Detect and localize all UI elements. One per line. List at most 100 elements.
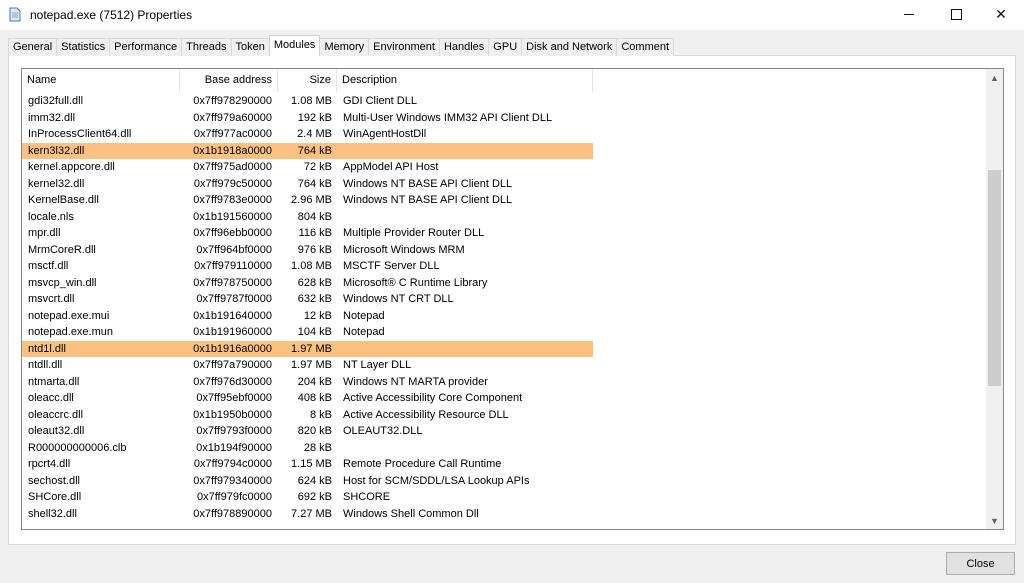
module-size: 8 kB bbox=[309, 408, 332, 421]
tab-gpu[interactable]: GPU bbox=[488, 38, 523, 56]
module-size: 204 kB bbox=[297, 375, 332, 388]
table-row[interactable]: locale.nls 0x1b191560000 804 kB bbox=[22, 209, 593, 226]
column-header-name[interactable]: Name bbox=[22, 69, 180, 92]
table-row[interactable]: kern3l32.dll 0x1b1918a0000 764 kB bbox=[22, 142, 593, 159]
module-description: Windows NT BASE API Client DLL bbox=[343, 194, 513, 206]
module-size: 1.97 MB bbox=[291, 359, 332, 371]
module-name: R000000000006.clb bbox=[28, 441, 127, 454]
module-size: 820 kB bbox=[297, 425, 332, 437]
table-row[interactable]: SHCore.dll 0x7ff979fc0000 692 kB SHCORE bbox=[22, 489, 593, 506]
tab-environment[interactable]: Environment bbox=[368, 38, 440, 56]
table-row[interactable]: msctf.dll 0x7ff979110000 1.08 MB MSCTF Serv… bbox=[22, 258, 593, 275]
scroll-up-button[interactable]: ▲ bbox=[986, 69, 1003, 86]
module-size: 1.08 MB bbox=[291, 260, 332, 272]
module-description: SHCORE bbox=[343, 491, 391, 503]
tab-token[interactable]: Token bbox=[230, 38, 270, 56]
module-description: Microsoft® C Runtime Library bbox=[343, 276, 488, 289]
table-row[interactable]: oleacc.dll 0x7ff95ebf0000 408 kB Active Acc… bbox=[22, 390, 593, 407]
module-size: 1.97 MB bbox=[291, 342, 332, 355]
close-button[interactable]: Close bbox=[946, 552, 1015, 575]
module-base-address: 0x1b1918a0000 bbox=[193, 144, 272, 157]
module-base-address: 0x7ff979c50000 bbox=[193, 177, 272, 190]
vertical-scrollbar[interactable]: ▲ ▼ bbox=[986, 69, 1003, 529]
title-bar: notepad.exe (7512) Properties ✕ bbox=[0, 0, 1024, 30]
column-header-description[interactable]: Description bbox=[337, 69, 593, 92]
module-description: NT Layer DLL bbox=[343, 359, 412, 371]
module-name: sechost.dll bbox=[28, 474, 80, 487]
module-name: MrmCoreR.dll bbox=[28, 243, 96, 256]
module-name: ntdll.dll bbox=[28, 359, 63, 371]
tab-comment[interactable]: Comment bbox=[616, 38, 675, 56]
maximize-icon bbox=[950, 8, 962, 20]
table-row[interactable]: InProcessClient64.dll 0x7ff977ac0000 2.4 M… bbox=[22, 126, 593, 143]
close-window-button[interactable]: ✕ bbox=[978, 0, 1024, 28]
table-row[interactable]: mpr.dll 0x7ff96ebb0000 116 kB Multiple Prov… bbox=[22, 225, 593, 242]
module-name: locale.nls bbox=[28, 210, 74, 223]
table-row[interactable]: rpcrt4.dll 0x7ff9794c0000 1.15 MB Remote Pr… bbox=[22, 456, 593, 473]
tab-modules[interactable]: Modules bbox=[268, 35, 321, 56]
tab-memory[interactable]: Memory bbox=[319, 38, 370, 56]
module-name: SHCore.dll bbox=[28, 491, 82, 503]
module-base-address: 0x7ff964bf0000 bbox=[196, 243, 272, 256]
module-description bbox=[343, 440, 603, 457]
scrollbar-thumb[interactable] bbox=[988, 170, 1001, 386]
table-row[interactable]: kernel.appcore.dll 0x7ff975ad0000 72 kB App… bbox=[22, 159, 593, 176]
table-row[interactable]: oleaut32.dll 0x7ff9793f0000 820 kB OLEAUT32… bbox=[22, 423, 593, 440]
minimize-button[interactable] bbox=[886, 0, 932, 28]
module-name: msvcrt.dll bbox=[28, 293, 75, 305]
module-size: 764 kB bbox=[297, 144, 332, 157]
module-base-address: 0x1b1950b0000 bbox=[193, 408, 272, 421]
module-size: 1.08 MB bbox=[291, 95, 332, 107]
table-row[interactable]: oleaccrc.dll 0x1b1950b0000 8 kB Active Acce… bbox=[22, 407, 593, 424]
module-name: gdi32full.dll bbox=[28, 95, 84, 107]
table-row[interactable]: notepad.exe.mui 0x1b191640000 12 kB Notepad bbox=[22, 308, 593, 325]
table-row[interactable]: kernel32.dll 0x7ff979c50000 764 kB Windows … bbox=[22, 176, 593, 193]
module-base-address: 0x7ff978290000 bbox=[193, 95, 272, 107]
table-row[interactable]: notepad.exe.mun 0x1b191960000 104 kB Notepa… bbox=[22, 324, 593, 341]
table-row[interactable]: gdi32full.dll 0x7ff978290000 1.08 MB GDI Cl… bbox=[22, 93, 593, 110]
table-row[interactable]: msvcp_win.dll 0x7ff978750000 628 kB Microso… bbox=[22, 275, 593, 292]
table-row[interactable]: msvcrt.dll 0x7ff9787f0000 632 kB Windows NT… bbox=[22, 291, 593, 308]
module-base-address: 0x1b1916a0000 bbox=[193, 342, 272, 355]
module-name: ntmarta.dll bbox=[28, 375, 80, 388]
module-description: Notepad bbox=[343, 309, 385, 322]
module-description: AppModel API Host bbox=[343, 161, 439, 173]
list-header: Name Base address Size Description bbox=[22, 69, 986, 93]
module-name: notepad.exe.mui bbox=[28, 309, 110, 322]
modules-list[interactable]: Name Base address Size Description gdi32… bbox=[21, 68, 1004, 530]
module-name: KernelBase.dll bbox=[28, 194, 99, 206]
table-row[interactable]: ntd1l.dll 0x1b1916a0000 1.97 MB bbox=[22, 340, 593, 357]
maximize-button[interactable] bbox=[933, 0, 979, 28]
column-header-size[interactable]: Size bbox=[278, 69, 337, 92]
table-row[interactable]: ntmarta.dll 0x7ff976d30000 204 kB Windows N… bbox=[22, 374, 593, 391]
column-header-base-address[interactable]: Base address bbox=[180, 69, 278, 92]
module-description bbox=[343, 209, 603, 226]
module-base-address: 0x7ff979fc0000 bbox=[196, 491, 272, 503]
table-row[interactable]: KernelBase.dll 0x7ff9783e0000 2.96 MB Windo… bbox=[22, 192, 593, 209]
module-size: 628 kB bbox=[297, 276, 332, 289]
tab-general[interactable]: General bbox=[8, 38, 58, 56]
table-row[interactable]: R000000000006.clb 0x1b194f90000 28 kB bbox=[22, 440, 593, 457]
module-size: 804 kB bbox=[297, 210, 332, 223]
table-row[interactable]: ntdll.dll 0x7ff97a790000 1.97 MB NT Layer D… bbox=[22, 357, 593, 374]
module-size: 624 kB bbox=[297, 474, 332, 487]
tab-threads[interactable]: Threads bbox=[181, 38, 232, 56]
table-row[interactable]: MrmCoreR.dll 0x7ff964bf0000 976 kB Microsof… bbox=[22, 242, 593, 259]
tab-handles[interactable]: Handles bbox=[438, 38, 490, 56]
module-name: notepad.exe.mun bbox=[28, 326, 114, 338]
module-name: kernel32.dll bbox=[28, 177, 85, 190]
module-base-address: 0x7ff95ebf0000 bbox=[196, 392, 272, 404]
module-base-address: 0x7ff97a790000 bbox=[193, 359, 272, 371]
tab-disk-and-network[interactable]: Disk and Network bbox=[521, 38, 618, 56]
module-size: 116 kB bbox=[298, 227, 332, 239]
tab-performance[interactable]: Performance bbox=[109, 38, 183, 56]
table-row[interactable]: imm32.dll 0x7ff979a60000 192 kB Multi-User … bbox=[22, 110, 593, 127]
table-row[interactable]: shell32.dll 0x7ff978890000 7.27 MB Windows … bbox=[22, 506, 593, 523]
tab-statistics[interactable]: Statistics bbox=[56, 38, 111, 56]
table-row[interactable]: sechost.dll 0x7ff979340000 624 kB Host for … bbox=[22, 473, 593, 490]
module-base-address: 0x7ff978890000 bbox=[193, 507, 272, 520]
scroll-down-button[interactable]: ▼ bbox=[986, 512, 1003, 529]
module-description bbox=[343, 143, 603, 160]
tab-strip: General Statistics Performance Threads Token… bbox=[8, 35, 675, 56]
module-name: mpr.dll bbox=[28, 227, 61, 239]
